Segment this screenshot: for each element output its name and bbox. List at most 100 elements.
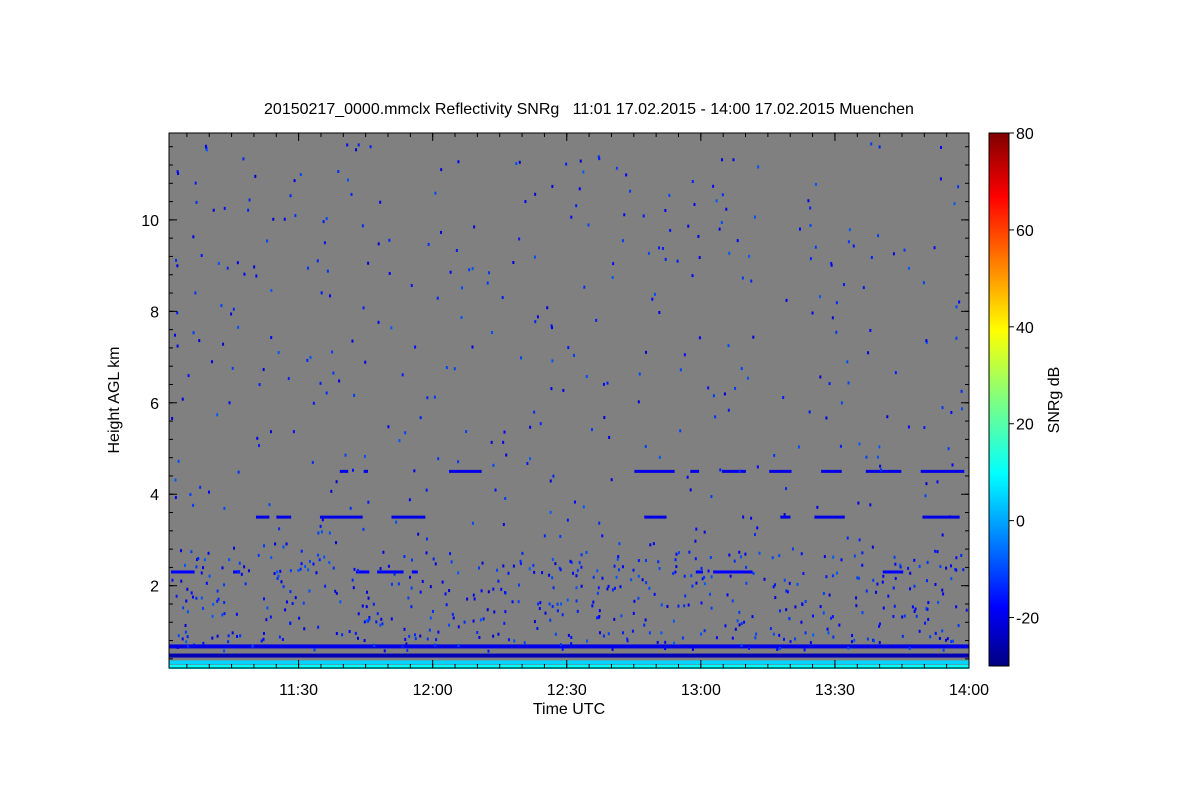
noise-point	[174, 496, 177, 500]
noise-point	[778, 554, 781, 558]
noise-point	[352, 586, 355, 590]
noise-point	[808, 410, 811, 414]
noise-point	[672, 619, 675, 623]
noise-point	[323, 241, 326, 245]
noise-point	[457, 625, 460, 629]
noise-point	[925, 579, 928, 583]
noise-point	[941, 588, 944, 592]
noise-point	[907, 266, 910, 270]
noise-point	[552, 474, 555, 478]
noise-point	[518, 160, 521, 164]
noise-point	[727, 344, 730, 348]
noise-point	[746, 376, 749, 380]
noise-point	[373, 643, 376, 647]
noise-point	[328, 531, 331, 535]
noise-point	[892, 614, 895, 618]
noise-point	[715, 636, 718, 640]
noise-point	[362, 306, 365, 310]
noise-point	[377, 242, 380, 246]
noise-point	[268, 503, 271, 507]
noise-point	[941, 533, 944, 537]
noise-point	[376, 612, 379, 616]
noise-point	[432, 557, 435, 561]
noise-point	[951, 639, 954, 643]
noise-point	[404, 431, 407, 435]
noise-point	[181, 397, 184, 401]
noise-point	[607, 584, 610, 588]
noise-point	[606, 587, 609, 591]
noise-point	[529, 457, 532, 461]
noise-point	[644, 444, 647, 448]
noise-point	[503, 591, 506, 595]
noise-point	[742, 515, 745, 519]
noise-point	[580, 584, 583, 588]
noise-point	[248, 198, 251, 202]
noise-point	[734, 627, 737, 631]
noise-point	[955, 556, 958, 560]
noise-point	[533, 410, 536, 414]
band-4-segment	[713, 570, 753, 574]
noise-point	[507, 638, 510, 642]
noise-point	[684, 594, 687, 598]
noise-point	[710, 575, 713, 579]
noise-point	[835, 330, 838, 334]
noise-point	[942, 592, 945, 596]
noise-point	[894, 371, 897, 375]
noise-point	[618, 542, 621, 546]
noise-point	[926, 560, 929, 564]
noise-point	[695, 527, 698, 531]
noise-point	[471, 521, 474, 525]
noise-point	[712, 184, 715, 188]
noise-point	[691, 274, 694, 278]
noise-point	[637, 559, 640, 563]
noise-point	[858, 442, 861, 446]
noise-point	[686, 475, 689, 479]
x-tick-label: 12:00	[413, 682, 453, 699]
noise-point	[472, 619, 475, 623]
noise-point	[223, 601, 226, 605]
noise-point	[316, 259, 319, 263]
noise-point	[598, 157, 601, 161]
x-tick-label: 14:00	[949, 682, 989, 699]
noise-point	[238, 561, 241, 565]
noise-point	[620, 614, 623, 618]
noise-point	[357, 143, 360, 147]
noise-point	[559, 643, 562, 647]
noise-point	[410, 605, 413, 609]
noise-point	[559, 568, 562, 572]
noise-point	[247, 208, 250, 212]
noise-point	[289, 194, 292, 198]
noise-point	[575, 204, 578, 208]
noise-point	[674, 570, 677, 574]
noise-point	[511, 600, 514, 604]
noise-point	[907, 566, 910, 570]
noise-point	[381, 622, 384, 626]
noise-point	[603, 416, 606, 420]
noise-point	[551, 557, 554, 561]
noise-point	[552, 586, 555, 590]
noise-point	[176, 264, 179, 268]
noise-point	[782, 395, 785, 399]
band-5-segment	[922, 515, 960, 519]
noise-point	[507, 571, 510, 575]
noise-point	[307, 266, 310, 270]
noise-point	[335, 541, 338, 545]
noise-point	[903, 614, 906, 618]
noise-point	[719, 468, 722, 472]
noise-point	[720, 221, 723, 225]
noise-point	[925, 482, 928, 486]
noise-point	[641, 578, 644, 582]
noise-point	[223, 649, 226, 653]
noise-point	[809, 641, 812, 645]
noise-point	[939, 565, 942, 569]
noise-point	[171, 416, 174, 420]
noise-point	[186, 644, 189, 648]
noise-point	[549, 510, 552, 514]
noise-point	[460, 315, 463, 319]
noise-point	[519, 559, 522, 563]
noise-point	[461, 286, 464, 290]
noise-point	[220, 304, 223, 308]
noise-point	[946, 637, 949, 641]
band-6-segment	[721, 469, 746, 473]
noise-point	[427, 242, 430, 246]
